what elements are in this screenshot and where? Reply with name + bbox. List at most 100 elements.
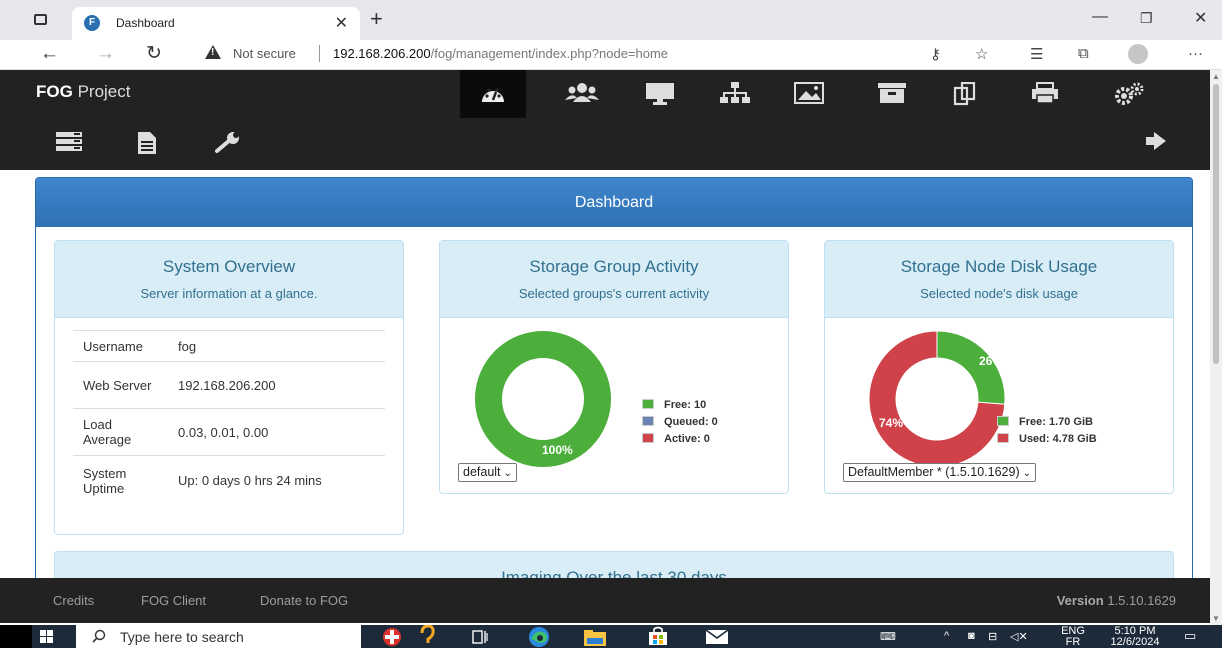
show-hidden-icons-icon[interactable]: ^ [944, 630, 949, 642]
row-label: Web Server [73, 361, 168, 409]
edge-browser-icon[interactable] [527, 626, 551, 648]
taskbar-search-input[interactable]: Type here to search [76, 625, 361, 648]
url-text[interactable]: 192.168.206.200/fog/management/index.php… [333, 46, 668, 61]
nav-users[interactable] [545, 70, 611, 118]
legend-label: Free: 1.70 GiB [1019, 416, 1093, 428]
storage-node-header: Storage Node Disk Usage Selected node's … [825, 241, 1173, 318]
system-overview-subtitle: Server information at a glance. [140, 286, 318, 301]
fog-header: FOG Project [0, 70, 1222, 170]
row-label: System Uptime [73, 455, 168, 506]
nav-snapins[interactable] [931, 70, 997, 118]
tips-app-icon[interactable] [418, 625, 436, 647]
scroll-down-icon[interactable]: ▼ [1212, 614, 1220, 623]
legend-item-used: Used: 4.78 GiB [997, 432, 1097, 449]
notifications-icon[interactable]: ▭ [1184, 628, 1196, 644]
row-value: Up: 0 days 0 hrs 24 mins [168, 455, 385, 506]
scroll-up-icon[interactable]: ▲ [1212, 72, 1220, 81]
storage-group-header: Storage Group Activity Selected groups's… [440, 241, 788, 318]
storage-group-select[interactable]: default ⌄ [458, 463, 517, 482]
windows-start-icon[interactable] [40, 630, 54, 644]
network-icon[interactable]: ⊟ [988, 630, 997, 643]
profile-avatar[interactable] [1128, 44, 1148, 64]
new-tab-button[interactable]: + [370, 8, 383, 30]
nav-tasks[interactable] [56, 132, 82, 155]
legend-label: Free: 10 [664, 399, 707, 411]
donate-link[interactable]: Donate to FOG [260, 593, 348, 608]
tab-dashboard[interactable]: F Dashboard ✕ [72, 7, 360, 40]
collections-icon[interactable]: ⧉ [1078, 45, 1089, 62]
storage-group-legend: Free: 10 Queued: 0 Active: 0 [642, 398, 718, 449]
back-icon[interactable]: ← [40, 42, 59, 66]
warning-icon[interactable] [205, 45, 221, 59]
task-view-icon[interactable] [472, 630, 488, 644]
url-host: 192.168.206.200 [333, 46, 431, 61]
nav-printers[interactable] [1010, 70, 1076, 118]
fog-client-link[interactable]: FOG Client [141, 593, 206, 608]
window-close-icon[interactable]: ✕ [1194, 8, 1207, 28]
forward-icon[interactable]: → [96, 42, 115, 66]
storage-node-card: Storage Node Disk Usage Selected node's … [824, 240, 1174, 494]
system-overview-header: System Overview Server information at a … [55, 241, 403, 318]
system-info-table: Username fog Web Server 192.168.206.200 … [73, 330, 385, 506]
legend-item-free: Free: 1.70 GiB [997, 415, 1097, 432]
language-indicator[interactable]: ENG FR [1058, 625, 1088, 648]
password-key-icon[interactable]: ⚷ [930, 45, 941, 63]
nav-dashboard[interactable] [460, 70, 526, 118]
url-field[interactable]: Not secure 192.168.206.200/fog/managemen… [195, 42, 965, 66]
storage-node-select[interactable]: DefaultMember * (1.5.10.1629) ⌄ [843, 463, 1037, 482]
logout-icon [1146, 132, 1166, 150]
url-path: /fog/management/index.php?node=home [430, 46, 669, 61]
tab-actions-icon[interactable] [34, 14, 47, 25]
store-icon[interactable] [648, 626, 668, 646]
volume-muted-icon[interactable]: ◁✕ [1010, 630, 1028, 643]
donut-label-free: 100% [542, 443, 573, 457]
add-favorite-icon[interactable]: ☆ [975, 45, 988, 63]
row-label: Load Average [73, 408, 168, 456]
minimize-icon[interactable]: — [1092, 8, 1108, 26]
not-secure-label[interactable]: Not secure [233, 46, 296, 61]
lang-bottom: FR [1065, 636, 1081, 648]
system-overview-title: System Overview [162, 257, 296, 276]
legend-item-active: Active: 0 [642, 432, 718, 449]
donut-label-used: 74% [879, 416, 903, 430]
restore-icon[interactable]: ❐ [1140, 10, 1153, 27]
system-clock[interactable]: 5:10 PM 12/6/2024 [1104, 625, 1166, 648]
nav-groups[interactable] [700, 70, 766, 118]
file-explorer-icon[interactable] [584, 630, 606, 646]
credits-link[interactable]: Credits [53, 593, 94, 608]
keyboard-tray-icon[interactable]: ⌨ [880, 630, 896, 643]
version-info: Version 1.5.10.1629 [1057, 593, 1176, 608]
nav-hosts[interactable] [625, 70, 691, 118]
refresh-icon[interactable]: ↻ [146, 42, 162, 66]
paint-app-icon[interactable] [381, 625, 403, 647]
nav-settings[interactable] [1093, 70, 1159, 118]
nav-storage[interactable] [857, 70, 923, 118]
page-scrollbar[interactable]: ▲ ▼ [1210, 70, 1222, 625]
brand-bold: FOG [36, 82, 73, 101]
row-value: 0.03, 0.01, 0.00 [168, 408, 385, 456]
clock-date: 12/6/2024 [1110, 636, 1160, 648]
storage-group-subtitle: Selected groups's current activity [518, 286, 710, 301]
nav-logout[interactable] [1146, 132, 1168, 153]
nav-reports[interactable] [138, 132, 156, 157]
omnibox-divider [319, 45, 320, 62]
imaging-history-title: Imaging Over the last 30 days [501, 568, 727, 578]
tasks-icon [56, 132, 82, 151]
legend-swatch [997, 416, 1009, 426]
mail-icon[interactable] [706, 630, 728, 644]
storage-node-subtitle: Selected node's disk usage [920, 286, 1078, 301]
favorites-icon[interactable]: ☰ [1030, 45, 1043, 63]
tab-close-icon[interactable]: ✕ [335, 13, 348, 33]
meet-now-icon[interactable]: ◙ [968, 630, 975, 642]
nav-images[interactable] [774, 70, 840, 118]
row-value: 192.168.206.200 [168, 361, 385, 409]
browser-tab-bar: F Dashboard ✕ + — ❐ ✕ [0, 0, 1222, 40]
scrollbar-thumb[interactable] [1213, 84, 1219, 364]
snapins-icon [953, 82, 976, 106]
nav-plugins[interactable] [214, 132, 240, 157]
storage-icon [878, 83, 906, 103]
legend-label: Queued: 0 [664, 416, 718, 428]
fog-brand[interactable]: FOG Project [36, 82, 131, 102]
table-row: Load Average 0.03, 0.01, 0.00 [73, 408, 385, 456]
more-menu-icon[interactable]: ··· [1188, 45, 1203, 62]
